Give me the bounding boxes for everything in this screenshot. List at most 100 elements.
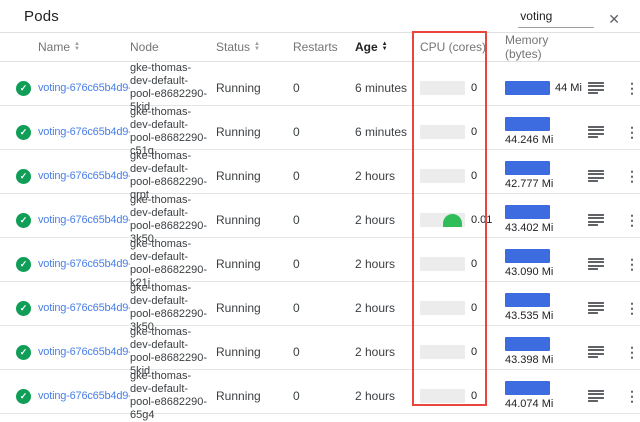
column-header-node[interactable]: Node bbox=[130, 40, 216, 54]
cpu-value: 0 bbox=[471, 346, 477, 358]
logs-icon[interactable] bbox=[588, 214, 604, 227]
memory-usage-bar bbox=[505, 81, 550, 95]
cpu-cell: 0 bbox=[420, 389, 505, 403]
status-ok-icon: ✓ bbox=[16, 213, 31, 228]
status-ok-icon: ✓ bbox=[16, 389, 31, 404]
table-row: ✓ voting-676c65b4d9-nv gke-thomas-dev-de… bbox=[0, 194, 640, 238]
memory-cell: 43.398 Mi bbox=[505, 337, 588, 368]
row-menu-icon[interactable]: ⋮ bbox=[621, 168, 640, 185]
status-ok-icon: ✓ bbox=[16, 257, 31, 272]
pod-name-link[interactable]: voting-676c65b4d9-tj6 bbox=[38, 302, 130, 314]
restarts-cell: 0 bbox=[293, 345, 355, 359]
sort-icon: ▲▼ bbox=[382, 42, 388, 52]
memory-cell: 42.777 Mi bbox=[505, 161, 588, 192]
clear-search-icon[interactable]: ✕ bbox=[608, 12, 620, 26]
restarts-cell: 0 bbox=[293, 169, 355, 183]
row-menu-icon[interactable]: ⋮ bbox=[621, 344, 640, 361]
memory-usage-bar bbox=[505, 249, 550, 263]
pod-name-link[interactable]: voting-676c65b4d9-srl bbox=[38, 258, 130, 270]
memory-usage-bar bbox=[505, 205, 550, 219]
logs-icon[interactable] bbox=[588, 302, 604, 315]
memory-cell: 44.246 Mi bbox=[505, 117, 588, 148]
row-menu-icon[interactable]: ⋮ bbox=[621, 256, 640, 273]
memory-value: 43.090 Mi bbox=[505, 266, 553, 278]
memory-usage-bar bbox=[505, 381, 550, 395]
memory-cell: 43.535 Mi bbox=[505, 293, 588, 324]
restarts-cell: 0 bbox=[293, 213, 355, 227]
memory-value: 43.535 Mi bbox=[505, 310, 553, 322]
table-row: ✓ voting-676c65b4d9-xs- gke-thomas-dev-d… bbox=[0, 62, 640, 106]
cpu-usage-bar bbox=[420, 301, 465, 315]
row-menu-icon[interactable]: ⋮ bbox=[621, 388, 640, 405]
row-menu-icon[interactable]: ⋮ bbox=[621, 212, 640, 229]
status-cell: Running bbox=[216, 345, 293, 359]
memory-cell: 43.402 Mi bbox=[505, 205, 588, 236]
table-row: ✓ voting-676c65b4d9-tpj gke-thomas-dev-d… bbox=[0, 326, 640, 370]
logs-icon[interactable] bbox=[588, 390, 604, 403]
age-cell: 2 hours bbox=[355, 169, 420, 183]
pod-name-link[interactable]: voting-676c65b4d9-72 bbox=[38, 170, 130, 182]
table-row: ✓ voting-676c65b4d9-tpr gke-thomas-dev-d… bbox=[0, 106, 640, 150]
cpu-sparkline bbox=[443, 214, 462, 227]
restarts-cell: 0 bbox=[293, 125, 355, 139]
search-input[interactable]: voting bbox=[518, 9, 594, 28]
status-ok-icon: ✓ bbox=[16, 125, 31, 140]
memory-value: 42.777 Mi bbox=[505, 178, 553, 190]
logs-icon[interactable] bbox=[588, 82, 604, 95]
cpu-usage-bar bbox=[420, 125, 465, 139]
cpu-usage-bar bbox=[420, 169, 465, 183]
memory-value: 44 Mi bbox=[555, 82, 582, 94]
sort-icon: ▲▼ bbox=[254, 42, 260, 52]
memory-cell: 44 Mi bbox=[505, 80, 588, 96]
status-cell: Running bbox=[216, 125, 293, 139]
column-header-restarts[interactable]: Restarts bbox=[293, 40, 355, 54]
memory-usage-bar bbox=[505, 161, 550, 175]
cpu-value: 0 bbox=[471, 126, 477, 138]
pod-name-link[interactable]: voting-676c65b4d9-tpj bbox=[38, 346, 130, 358]
restarts-cell: 0 bbox=[293, 257, 355, 271]
status-ok-icon: ✓ bbox=[16, 169, 31, 184]
logs-icon[interactable] bbox=[588, 258, 604, 271]
memory-cell: 44.074 Mi bbox=[505, 381, 588, 412]
page-header: Pods voting ✕ bbox=[0, 0, 640, 32]
table-row: ✓ voting-676c65b4d9-72 gke-thomas-dev-de… bbox=[0, 150, 640, 194]
cpu-cell: 0 bbox=[420, 257, 505, 271]
age-cell: 2 hours bbox=[355, 345, 420, 359]
cpu-value: 0 bbox=[471, 302, 477, 314]
cpu-usage-bar bbox=[420, 213, 465, 227]
age-cell: 6 minutes bbox=[355, 81, 420, 95]
pod-name-link[interactable]: voting-676c65b4d9-xs- bbox=[38, 82, 130, 94]
row-menu-icon[interactable]: ⋮ bbox=[621, 80, 640, 97]
column-header-age[interactable]: Age ▲▼ bbox=[355, 40, 420, 54]
logs-icon[interactable] bbox=[588, 126, 604, 139]
status-cell: Running bbox=[216, 257, 293, 271]
column-header-name[interactable]: Name ▲▼ bbox=[38, 40, 130, 54]
logs-icon[interactable] bbox=[588, 346, 604, 359]
page-title: Pods bbox=[24, 8, 59, 25]
cpu-cell: 0 bbox=[420, 169, 505, 183]
row-menu-icon[interactable]: ⋮ bbox=[621, 124, 640, 141]
status-cell: Running bbox=[216, 81, 293, 95]
status-ok-icon: ✓ bbox=[16, 345, 31, 360]
table-row: ✓ voting-676c65b4d9-tj6 gke-thomas-dev-d… bbox=[0, 282, 640, 326]
logs-icon[interactable] bbox=[588, 170, 604, 183]
pod-name-link[interactable]: voting-676c65b4d9-tpr bbox=[38, 126, 130, 138]
cpu-value: 0.01 bbox=[471, 214, 492, 226]
table-body: ✓ voting-676c65b4d9-xs- gke-thomas-dev-d… bbox=[0, 62, 640, 414]
pod-name-link[interactable]: voting-676c65b4d9-nv bbox=[38, 214, 130, 226]
restarts-cell: 0 bbox=[293, 301, 355, 315]
status-ok-icon: ✓ bbox=[16, 301, 31, 316]
cpu-cell: 0.01 bbox=[420, 213, 505, 227]
column-header-status[interactable]: Status ▲▼ bbox=[216, 40, 293, 54]
cpu-usage-bar bbox=[420, 389, 465, 403]
row-menu-icon[interactable]: ⋮ bbox=[621, 300, 640, 317]
column-header-cpu[interactable]: CPU (cores) bbox=[420, 40, 505, 54]
column-header-memory[interactable]: Memory (bytes) bbox=[505, 33, 588, 61]
cpu-value: 0 bbox=[471, 170, 477, 182]
status-ok-icon: ✓ bbox=[16, 81, 31, 96]
table-row: ✓ voting-676c65b4d9-8fl gke-thomas-dev-d… bbox=[0, 370, 640, 414]
cpu-cell: 0 bbox=[420, 81, 505, 95]
age-cell: 2 hours bbox=[355, 213, 420, 227]
cpu-usage-bar bbox=[420, 257, 465, 271]
pod-name-link[interactable]: voting-676c65b4d9-8fl bbox=[38, 390, 130, 402]
